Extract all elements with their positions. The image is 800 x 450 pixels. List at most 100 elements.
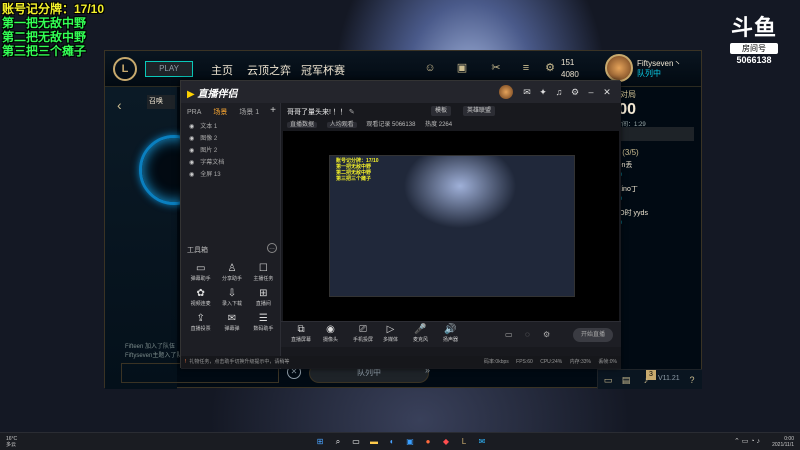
league-app-icon[interactable]: L: [458, 436, 470, 448]
chat-icon[interactable]: ▭: [602, 374, 614, 386]
tool-danmaku-2[interactable]: ✉ 弹幕弹: [216, 313, 247, 332]
tab-pra[interactable]: PRA: [187, 109, 201, 116]
minimize-button[interactable]: –: [585, 86, 597, 98]
tool-vote[interactable]: ⇪ 直播投票: [185, 313, 216, 332]
eye-icon[interactable]: ◉: [189, 124, 194, 130]
list-item[interactable]: ◉ 图片 2: [185, 145, 277, 157]
collection-icon[interactable]: ▣: [455, 61, 469, 75]
league-logo-icon[interactable]: L: [113, 57, 137, 81]
app-icon[interactable]: ●: [422, 436, 434, 448]
tool-label: 录入下载: [221, 301, 242, 307]
tool-share[interactable]: ♙ 分享助手: [216, 263, 247, 282]
tool-label: 直播投票: [190, 326, 211, 332]
camera-icon: ◉: [326, 324, 335, 335]
weather-widget[interactable]: 16°C 多云: [6, 436, 17, 448]
settings-icon[interactable]: ⚙: [543, 61, 557, 75]
tool-label: 视频连麦: [190, 301, 211, 307]
list-item[interactable]: ◉ 图像 2: [185, 133, 277, 145]
close-button[interactable]: ✕: [601, 86, 613, 98]
gift-icon[interactable]: ✦: [537, 86, 549, 98]
meta-data[interactable]: 直播数据: [287, 122, 318, 128]
status-text: 礼物任务，点击助手切换升级提示中，请稍等: [189, 359, 290, 365]
tool-data[interactable]: ☰ 数码助手: [248, 313, 279, 332]
list-item[interactable]: ◉ 字幕文档: [185, 157, 277, 169]
tool-tasks[interactable]: ☐ 主播任务: [248, 263, 279, 282]
start-icon[interactable]: ⊞: [314, 436, 326, 448]
gear-icon[interactable]: ⚙: [543, 330, 550, 339]
speaker-button[interactable]: 🔊 扬声器: [443, 324, 458, 343]
clock[interactable]: 0:00 2021/11/1: [772, 436, 794, 448]
tool-title: 直播伴侣: [197, 89, 238, 100]
tool-video-link[interactable]: ✿ 视频连麦: [185, 288, 216, 307]
summoner-avatar[interactable]: [605, 54, 633, 82]
phone-cast-button[interactable]: ⎚ 手机投屏: [353, 324, 373, 343]
start-live-button[interactable]: 开始直播: [573, 328, 613, 342]
play-button[interactable]: PLAY: [145, 61, 193, 77]
meta-viewers[interactable]: 人均观看: [326, 122, 357, 128]
room-title[interactable]: 哥哥了量头来! ！！ ✎: [287, 107, 355, 117]
record-icon[interactable]: ▭: [505, 330, 513, 339]
camera-button[interactable]: ◉ 摄像头: [323, 324, 338, 343]
mission-icon[interactable]: ▤ 3: [620, 370, 656, 386]
chat-line: Fiftyseven主题入了队伍: [125, 353, 189, 359]
list-item[interactable]: ◉ 全屏 13: [185, 169, 277, 181]
edge-icon[interactable]: ◐: [386, 436, 398, 448]
microphone-button[interactable]: 🎤 麦克风: [413, 324, 428, 343]
eye-icon[interactable]: ◉: [189, 160, 194, 166]
overlay-line-1: 第一把无敌中野: [2, 16, 87, 30]
eye-icon[interactable]: ◉: [189, 172, 194, 178]
nav-tft[interactable]: 云顶之弈: [247, 62, 291, 78]
rp-amount: 151: [561, 58, 575, 67]
button-label: 麦克风: [413, 337, 429, 343]
eye-icon[interactable]: ◉: [189, 148, 194, 154]
tool-download[interactable]: ⇩ 录入下载: [216, 288, 247, 307]
bell-icon[interactable]: ♫: [553, 86, 565, 98]
friends-count: (3/5): [622, 148, 639, 157]
partition-button[interactable]: 英雄联盟: [463, 106, 496, 116]
category-button[interactable]: 模板: [431, 106, 452, 116]
edit-icon[interactable]: ✎: [349, 109, 355, 116]
tool-icon: ✿: [196, 288, 205, 299]
help-icon[interactable]: ?: [686, 374, 698, 386]
mail-icon[interactable]: ✉: [521, 86, 533, 98]
loot-icon[interactable]: ✂: [489, 61, 503, 75]
store-icon[interactable]: ▣: [404, 436, 416, 448]
screen-capture-button[interactable]: ⧉ 直播屏幕: [291, 324, 311, 343]
profile-icon[interactable]: ☺: [423, 61, 437, 75]
media-button[interactable]: ▷ 多媒体: [383, 324, 398, 343]
taskbar: 16°C 多云 ⊞ ⌕ ▭ ▬ ◐ ▣ ● ◆ L ✉ ⌃ ▭ ◔ ♪ 0:00…: [0, 432, 800, 450]
tab-scene-1[interactable]: 场景 1: [239, 109, 259, 116]
nav-clash[interactable]: 冠军杯赛: [301, 62, 345, 78]
button-label: 多媒体: [383, 337, 399, 343]
button-label: 手机投屏: [353, 337, 374, 343]
system-tray[interactable]: ⌃ ▭ ◔ ♪: [734, 437, 760, 445]
tool-icon: ✉: [227, 313, 237, 324]
tool-danmaku[interactable]: ▭ 弹幕助手: [185, 263, 216, 282]
tool-room[interactable]: ⊞ 直播间: [248, 288, 279, 307]
media-icon: ▷: [386, 324, 395, 335]
hide-icon[interactable]: ◌: [525, 330, 530, 339]
douyu-app-icon[interactable]: ◆: [440, 436, 452, 448]
add-scene-icon[interactable]: +: [270, 105, 276, 116]
search-icon[interactable]: ⌕: [332, 436, 344, 448]
summoner-info[interactable]: Fiftyseven丶 队列中: [637, 59, 681, 79]
list-item[interactable]: ◉ 文本 1: [185, 121, 277, 133]
task-view-icon[interactable]: ▭: [350, 436, 362, 448]
mic-icon[interactable]: ♪: [640, 374, 652, 386]
button-label: 直播屏幕: [291, 337, 312, 343]
settings-icon[interactable]: ⚙: [569, 86, 581, 98]
back-arrow-icon[interactable]: ‹: [117, 97, 122, 113]
chat-app-icon[interactable]: ✉: [476, 436, 488, 448]
source-label: 字幕文档: [200, 160, 225, 166]
stream-preview: 账号记分牌：17/10 第一把无敌中野 第二把无敌中野 第三把三个瘫子: [283, 131, 619, 343]
store-icon[interactable]: ≡: [519, 61, 533, 75]
more-icon[interactable]: …: [267, 243, 277, 253]
explorer-icon[interactable]: ▬: [368, 436, 380, 448]
tab-scene[interactable]: 场景: [213, 109, 227, 116]
meta-room: 观看记录 5066138: [366, 122, 416, 128]
nav-home[interactable]: 主页: [211, 62, 233, 78]
eye-icon[interactable]: ◉: [189, 136, 194, 142]
streamer-avatar[interactable]: [499, 85, 513, 99]
tool-icon: ☰: [258, 313, 268, 324]
stat-bitrate: 码率:0kbps: [484, 359, 509, 365]
